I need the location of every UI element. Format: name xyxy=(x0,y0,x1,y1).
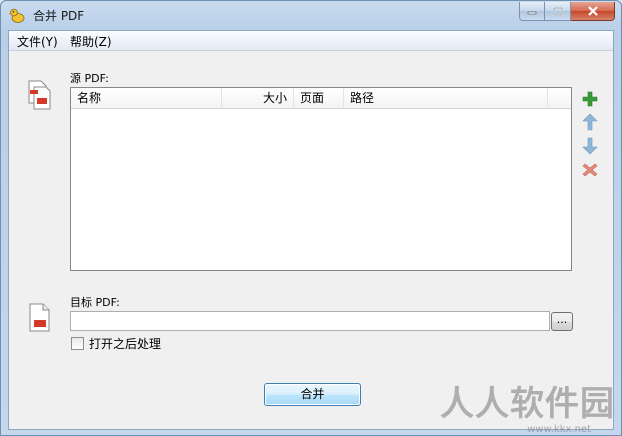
column-header-size[interactable]: 大小 xyxy=(222,88,294,109)
arrow-down-icon xyxy=(582,137,598,155)
plus-icon xyxy=(582,91,598,107)
list-header: 名称 大小 页面 路径 xyxy=(71,88,571,109)
arrow-up-icon xyxy=(582,113,598,131)
client-area: 文件(Y) 帮助(Z) 源 PDF: 名称 大小 页面 路径 目标 PDF: .… xyxy=(8,30,614,430)
main-window: 合并 PDF 文件(Y) 帮助(Z) 源 PDF: 名称 大小 页面 路径 目标… xyxy=(0,0,622,436)
minimize-icon xyxy=(527,11,537,15)
merge-button[interactable]: 合并 xyxy=(264,383,361,406)
source-pdf-icon xyxy=(28,80,51,110)
move-up-button[interactable] xyxy=(581,113,599,131)
target-pdf-label: 目标 PDF: xyxy=(70,296,120,309)
watermark-url: www.kkx.net xyxy=(527,424,591,435)
column-header-name[interactable]: 名称 xyxy=(71,88,222,109)
add-button[interactable] xyxy=(581,90,599,108)
open-after-label: 打开之后处理 xyxy=(89,337,162,351)
target-pdf-icon xyxy=(29,303,50,332)
move-down-button[interactable] xyxy=(581,137,599,155)
target-pdf-field[interactable] xyxy=(70,311,550,331)
menu-file[interactable]: 文件(Y) xyxy=(15,33,60,50)
open-after-checkbox[interactable] xyxy=(71,337,84,350)
remove-button[interactable] xyxy=(581,161,599,179)
title-bar[interactable]: 合并 PDF xyxy=(1,1,621,29)
maximize-icon xyxy=(552,6,563,16)
window-title: 合并 PDF xyxy=(33,9,85,23)
window-controls xyxy=(519,2,615,21)
app-duck-icon xyxy=(8,8,25,23)
close-button[interactable] xyxy=(571,2,615,21)
maximize-button[interactable] xyxy=(545,2,571,21)
source-pdf-list[interactable]: 名称 大小 页面 路径 xyxy=(70,87,572,271)
source-pdf-label: 源 PDF: xyxy=(70,72,109,85)
menu-help[interactable]: 帮助(Z) xyxy=(68,33,114,50)
column-header-pages[interactable]: 页面 xyxy=(294,88,344,109)
delete-x-icon xyxy=(582,163,598,177)
watermark: 人人软件园 xyxy=(440,384,615,424)
menu-bar: 文件(Y) 帮助(Z) xyxy=(9,31,613,51)
browse-button[interactable]: ... xyxy=(551,312,573,331)
close-icon xyxy=(587,6,598,16)
column-header-path[interactable]: 路径 xyxy=(344,88,548,109)
minimize-button[interactable] xyxy=(519,2,545,21)
